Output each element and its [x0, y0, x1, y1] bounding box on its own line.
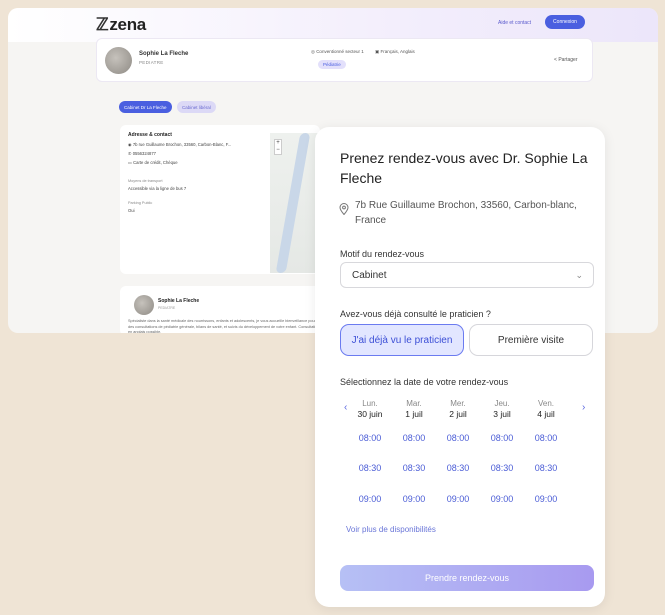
bio-text: Spécialiste dans la santé médicale des n…	[128, 319, 320, 333]
time-slot[interactable]: 08:00	[482, 433, 522, 443]
time-slot[interactable]: 08:30	[438, 463, 478, 473]
day-column-header: Mer. 2 juil	[438, 399, 478, 420]
payment-line: ▭ Carte de crédit, Chèque	[128, 160, 178, 165]
bio-specialty: PEDIATRE	[158, 306, 176, 310]
parking-value: Oui	[128, 208, 135, 213]
chevron-down-icon: ⌄	[575, 270, 583, 280]
language-info: ▣ Français, Anglais	[375, 49, 415, 55]
language-text: Français, Anglais	[380, 49, 415, 54]
specialty-tag: Pédiatrie	[318, 60, 346, 69]
time-slot[interactable]: 08:30	[482, 463, 522, 473]
address-text: 7b rue Guillaume Brochon, 33560, Carbon-…	[132, 142, 232, 147]
day-column-header: Ven. 4 juil	[526, 399, 566, 420]
help-link[interactable]: Aide et contact	[498, 20, 531, 26]
doctor-card: Sophie La Fleche PEDIATRE ◎ Conventionné…	[96, 38, 593, 82]
booking-address: 7b Rue Guillaume Brochon, 33560, Carbon-…	[355, 200, 577, 226]
day-date: 2 juil	[449, 409, 467, 419]
convention-info: ◎ Conventionné secteur 1	[311, 49, 364, 55]
time-slot[interactable]: 09:00	[526, 494, 566, 504]
booking-title: Prenez rendez-vous avec Dr. Sophie La Fl…	[340, 150, 588, 186]
time-slot[interactable]: 09:00	[482, 494, 522, 504]
time-slot[interactable]: 08:30	[350, 463, 390, 473]
tab-liberal[interactable]: Cabinet libéral	[177, 101, 216, 113]
day-date: 3 juil	[493, 409, 511, 419]
day-date: 1 juil	[405, 409, 423, 419]
motif-select[interactable]: Cabinet ⌄	[340, 262, 594, 288]
transport-value: Accessible via la ligne de bus 7	[128, 186, 187, 191]
avatar	[134, 295, 154, 315]
book-appointment-button[interactable]: Prendre rendez-vous	[340, 565, 594, 591]
share-button[interactable]: < Partager	[554, 57, 578, 63]
more-availability-link[interactable]: Voir plus de disponibilités	[346, 525, 436, 534]
time-slot[interactable]: 08:00	[350, 433, 390, 443]
day-of-week: Jeu.	[494, 399, 510, 408]
booking-panel: Prenez rendez-vous avec Dr. Sophie La Fl…	[315, 127, 605, 607]
time-slot[interactable]: 09:00	[350, 494, 390, 504]
avatar	[105, 47, 132, 74]
day-column-header: Jeu. 3 juil	[482, 399, 522, 420]
time-slot[interactable]: 08:00	[438, 433, 478, 443]
motif-value: Cabinet	[352, 270, 387, 281]
address-line: ◉ 7b rue Guillaume Brochon, 33560, Carbo…	[128, 142, 231, 147]
motif-label: Motif du rendez-vous	[340, 249, 425, 259]
bio-name: Sophie La Fleche	[158, 298, 200, 304]
address-card: Adresse & contact ◉ 7b rue Guillaume Bro…	[120, 125, 320, 274]
date-label: Sélectionnez la date de votre rendez-vou…	[340, 377, 509, 387]
transport-label: Moyens de transport	[128, 179, 163, 183]
doctor-name: Sophie La Fleche	[139, 51, 189, 57]
next-week-button[interactable]: ›	[582, 402, 585, 413]
parking-label: Parking Public	[128, 201, 153, 205]
connect-button[interactable]: Connexion	[545, 15, 585, 29]
day-column-header: Mar. 1 juil	[394, 399, 434, 420]
day-of-week: Lun.	[362, 399, 378, 408]
time-slot[interactable]: 08:00	[394, 433, 434, 443]
day-date: 30 juin	[357, 409, 383, 419]
consulted-label: Avez-vous déjà consulté le praticien ?	[340, 309, 491, 319]
time-slot[interactable]: 09:00	[394, 494, 434, 504]
day-of-week: Ven.	[537, 399, 554, 408]
day-date: 4 juil	[537, 409, 555, 419]
option-first-visit[interactable]: Première visite	[469, 324, 593, 356]
payment-text: Carte de crédit, Chèque	[133, 160, 178, 165]
share-label: Partager	[558, 57, 578, 63]
day-of-week: Mer.	[450, 399, 466, 408]
convention-text: Conventionné secteur 1	[316, 49, 364, 54]
address-title: Adresse & contact	[128, 132, 172, 138]
option-already-seen[interactable]: J'ai déjà vu le praticien	[340, 324, 464, 356]
time-slot[interactable]: 08:30	[526, 463, 566, 473]
doctor-specialty: PEDIATRE	[139, 60, 164, 65]
location-pin-icon	[339, 203, 349, 215]
time-slot[interactable]: 08:30	[394, 463, 434, 473]
map-zoom-control[interactable]: + −	[274, 139, 282, 155]
tab-cabinet[interactable]: Cabinet Dr La Fleche	[119, 101, 172, 113]
time-slot[interactable]: 09:00	[438, 494, 478, 504]
bio-card: Sophie La Fleche PEDIATRE Spécialiste da…	[120, 286, 320, 333]
time-slot[interactable]: 08:00	[526, 433, 566, 443]
day-of-week: Mar.	[406, 399, 422, 408]
day-column-header: Lun. 30 juin	[350, 399, 390, 420]
logo-text: zena	[109, 15, 146, 34]
phone-line: ✆ 0556324877	[128, 151, 156, 156]
prev-week-button[interactable]: ‹	[344, 402, 347, 413]
phone-text: 0556324877	[132, 151, 156, 156]
logo-mark-icon: ℤ	[96, 15, 109, 34]
zena-logo[interactable]: ℤzena	[96, 15, 146, 35]
map[interactable]: + −	[270, 133, 320, 273]
